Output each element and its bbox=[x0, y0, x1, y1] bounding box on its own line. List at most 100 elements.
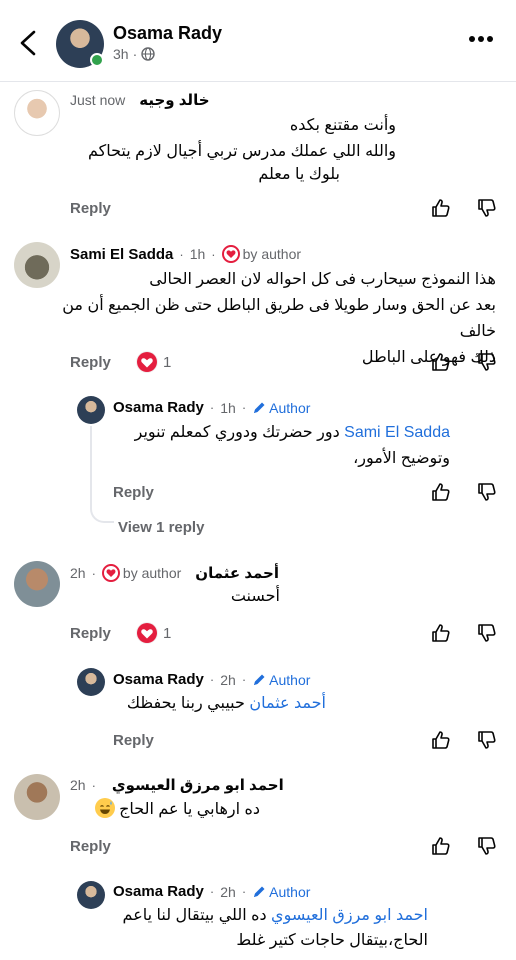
reaction-count[interactable]: 1 bbox=[137, 352, 171, 372]
meta-separator: · bbox=[91, 777, 96, 793]
author-label: Author bbox=[269, 671, 311, 688]
avatar[interactable] bbox=[14, 561, 60, 607]
thumbs-down-icon[interactable] bbox=[476, 351, 498, 373]
comment-time[interactable]: 2h bbox=[70, 565, 86, 581]
comment-line: هذا النموذج سيحارب فى كل احواله لان العص… bbox=[149, 271, 496, 288]
comment-text: بلوك يا معلم bbox=[40, 162, 340, 188]
comment-text: وأنت مقتنع بكده bbox=[16, 113, 396, 139]
meta-separator: · bbox=[241, 400, 247, 415]
meta-separator: · bbox=[91, 565, 96, 581]
comment-time[interactable]: 1h bbox=[190, 246, 206, 262]
comment-time[interactable]: Just now bbox=[70, 92, 125, 108]
reply-line: وتوضيح الأمور، bbox=[353, 450, 450, 467]
reply-text: Sami El Sadda دور حضرتك ودوري كمعلم تنوي… bbox=[60, 420, 450, 446]
more-dots-icon[interactable] bbox=[468, 34, 494, 44]
author-badge: Author bbox=[252, 672, 310, 688]
meta-separator: · bbox=[241, 672, 247, 687]
meta-separator: · bbox=[209, 672, 215, 687]
thumbs-up-icon[interactable] bbox=[430, 729, 452, 751]
comment-text: ده ارهابي يا عم الحاج bbox=[60, 797, 260, 823]
online-status-icon bbox=[90, 53, 104, 67]
avatar[interactable] bbox=[14, 774, 60, 820]
reply-text: احمد ابو مرزق العيسوي ده اللي بيتقال لنا… bbox=[48, 903, 428, 929]
thumbs-up-icon[interactable] bbox=[430, 351, 452, 373]
by-author-label: by author bbox=[122, 565, 182, 581]
comment-time[interactable]: 2h bbox=[70, 777, 86, 793]
reply-button[interactable]: Reply bbox=[70, 354, 111, 371]
mention-link[interactable]: أحمد عثمان bbox=[249, 695, 326, 712]
reply-button[interactable]: Reply bbox=[70, 200, 111, 217]
reply-line: الحاج،بيتقال حاجات كتير غلط bbox=[236, 932, 428, 949]
reply-button[interactable]: Reply bbox=[113, 484, 154, 501]
comment-header: 2h · by author أحمد عثمان bbox=[70, 564, 279, 582]
reaction-count-value: 1 bbox=[163, 353, 172, 371]
post-time[interactable]: 3h bbox=[113, 46, 129, 62]
thumbs-up-icon[interactable] bbox=[430, 197, 452, 219]
commenter-name[interactable]: Osama Rady bbox=[113, 399, 204, 416]
comment-line: أحسنت bbox=[230, 588, 280, 605]
reaction-count-value: 1 bbox=[163, 624, 172, 642]
thumbs-down-icon[interactable] bbox=[476, 835, 498, 857]
reply-button[interactable]: Reply bbox=[70, 838, 111, 855]
comment-time[interactable]: 1h bbox=[220, 400, 236, 416]
reply-header: Osama Rady · 2h · Author bbox=[113, 671, 310, 688]
liked-by-author-badge: by author bbox=[221, 245, 302, 263]
pencil-icon bbox=[254, 886, 265, 897]
comment-time[interactable]: 2h bbox=[220, 672, 236, 688]
meta-separator: · bbox=[241, 884, 247, 899]
heart-icon bbox=[221, 245, 240, 263]
thumbs-down-icon[interactable] bbox=[476, 481, 498, 503]
thumbs-down-icon[interactable] bbox=[476, 622, 498, 644]
thumbs-down-icon[interactable] bbox=[476, 729, 498, 751]
post-meta: 3h · bbox=[113, 46, 155, 62]
comment-line: وأنت مقتنع بكده bbox=[289, 117, 396, 134]
liked-by-author-badge: by author bbox=[101, 564, 182, 582]
meta-separator: · bbox=[179, 246, 184, 262]
pencil-icon bbox=[254, 674, 265, 685]
comment-line: بعد عن الحق وسار طويلا فى طريق الباطل حت… bbox=[62, 297, 496, 340]
reply-button[interactable]: Reply bbox=[70, 625, 111, 642]
mention-link[interactable]: احمد ابو مرزق العيسوي bbox=[271, 907, 428, 924]
comment-line: ده ارهابي يا عم الحاج bbox=[119, 801, 260, 818]
author-badge: Author bbox=[252, 884, 310, 900]
commenter-name[interactable]: احمد ابو مرزق العيسوي bbox=[112, 776, 284, 794]
mention-link[interactable]: Sami El Sadda bbox=[344, 424, 450, 441]
pencil-icon bbox=[254, 402, 265, 413]
comment-header: Sami El Sadda · 1h · by author bbox=[70, 245, 301, 263]
by-author-label: by author bbox=[242, 246, 302, 262]
reply-line: ده اللي بيتقال لنا ياعم bbox=[122, 907, 272, 924]
thumbs-up-icon[interactable] bbox=[430, 835, 452, 857]
thumbs-down-icon[interactable] bbox=[476, 197, 498, 219]
globe-icon bbox=[141, 47, 155, 61]
view-replies-link[interactable]: View 1 reply bbox=[118, 519, 204, 536]
heart-icon bbox=[101, 564, 120, 582]
comment-line: بلوك يا معلم bbox=[258, 166, 340, 183]
reply-text: وتوضيح الأمور، bbox=[60, 446, 450, 472]
meta-separator: · bbox=[211, 246, 216, 262]
sweat-smile-emoji bbox=[94, 798, 115, 818]
comment-header: 2h · احمد ابو مرزق العيسوي bbox=[70, 776, 284, 794]
reply-header: Osama Rady · 2h · Author bbox=[113, 883, 310, 900]
author-badge: Author bbox=[252, 400, 310, 416]
meta-separator: · bbox=[132, 46, 138, 62]
comment-text: أحسنت bbox=[80, 584, 280, 610]
heart-icon bbox=[137, 352, 157, 372]
comment-header: Just now خالد وجيه bbox=[70, 91, 210, 109]
author-label: Author bbox=[269, 883, 311, 900]
commenter-name[interactable]: Osama Rady bbox=[113, 883, 204, 900]
thumbs-up-icon[interactable] bbox=[430, 481, 452, 503]
chevron-left-icon[interactable] bbox=[14, 26, 42, 60]
commenter-name[interactable]: خالد وجيه bbox=[139, 91, 209, 109]
comment-time[interactable]: 2h bbox=[220, 884, 236, 900]
reply-button[interactable]: Reply bbox=[113, 732, 154, 749]
thumbs-up-icon[interactable] bbox=[430, 622, 452, 644]
post-author-name[interactable]: Osama Rady bbox=[113, 23, 222, 44]
reply-line: حبيبي ربنا يحفظك bbox=[126, 695, 250, 712]
author-label: Author bbox=[269, 399, 311, 416]
reaction-count[interactable]: 1 bbox=[137, 623, 171, 643]
post-header: Osama Rady 3h · bbox=[0, 0, 516, 82]
commenter-name[interactable]: Sami El Sadda bbox=[70, 246, 173, 263]
commenter-name[interactable]: Osama Rady bbox=[113, 671, 204, 688]
commenter-name[interactable]: أحمد عثمان bbox=[195, 564, 279, 582]
reply-line: دور حضرتك ودوري كمعلم تنوير bbox=[134, 424, 345, 441]
